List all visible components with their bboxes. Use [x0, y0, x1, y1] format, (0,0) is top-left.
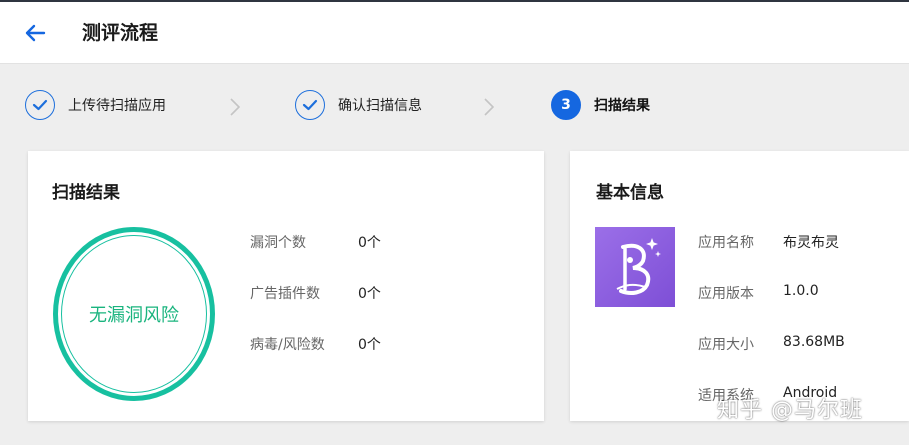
step-number-badge: 3	[551, 90, 581, 120]
info-label-app-name: 应用名称	[698, 235, 754, 251]
step-complete-indicator	[25, 90, 55, 120]
stat-label-ad-plugins: 广告插件数	[250, 286, 320, 302]
check-icon	[32, 99, 48, 111]
card-title: 扫描结果	[52, 183, 120, 203]
step-result: 3 扫描结果	[551, 88, 650, 122]
stat-label-virus-risk: 病毒/风险数	[250, 337, 325, 353]
info-label-app-version: 应用版本	[698, 286, 754, 302]
stat-value-vulnerabilities: 0个	[358, 235, 381, 251]
stat-value-virus-risk: 0个	[358, 337, 381, 353]
arrow-left-icon	[25, 24, 46, 42]
card-title: 基本信息	[596, 183, 664, 203]
stat-value-ad-plugins: 0个	[358, 286, 381, 302]
step-complete-indicator	[295, 90, 325, 120]
page-header: 测评流程	[0, 2, 909, 64]
stat-label-vulnerabilities: 漏洞个数	[250, 235, 306, 251]
step-label: 扫描结果	[594, 98, 650, 114]
step-label: 确认扫描信息	[338, 98, 422, 114]
basic-info-card: 基本信息 应用名称 布灵布灵 应用版本 1.0.0 应用大小 83.68MB 适…	[570, 151, 909, 421]
back-button[interactable]	[22, 20, 48, 46]
info-value-app-name: 布灵布灵	[783, 235, 839, 251]
info-label-app-size: 应用大小	[698, 337, 754, 353]
step-label: 上传待扫描应用	[68, 98, 166, 114]
watermark: 知乎 @马尔班	[717, 398, 863, 423]
step-upload: 上传待扫描应用	[25, 88, 166, 122]
page-title: 测评流程	[82, 22, 159, 44]
check-icon	[302, 99, 318, 111]
scan-result-card: 扫描结果 无漏洞风险 漏洞个数 0个 广告插件数 0个 病毒/风险数 0个	[28, 151, 544, 421]
info-value-app-size: 83.68MB	[783, 334, 845, 350]
progress-steps: 上传待扫描应用 确认扫描信息 3 扫描结果	[0, 64, 909, 148]
chevron-right-icon	[484, 98, 495, 116]
info-value-app-version: 1.0.0	[783, 283, 819, 299]
chevron-right-icon	[230, 98, 241, 116]
app-icon	[595, 227, 675, 307]
app-logo-icon	[616, 238, 661, 295]
step-confirm: 确认扫描信息	[295, 88, 422, 122]
risk-status-ring: 无漏洞风险	[53, 227, 215, 401]
risk-verdict: 无漏洞风险	[89, 305, 179, 326]
